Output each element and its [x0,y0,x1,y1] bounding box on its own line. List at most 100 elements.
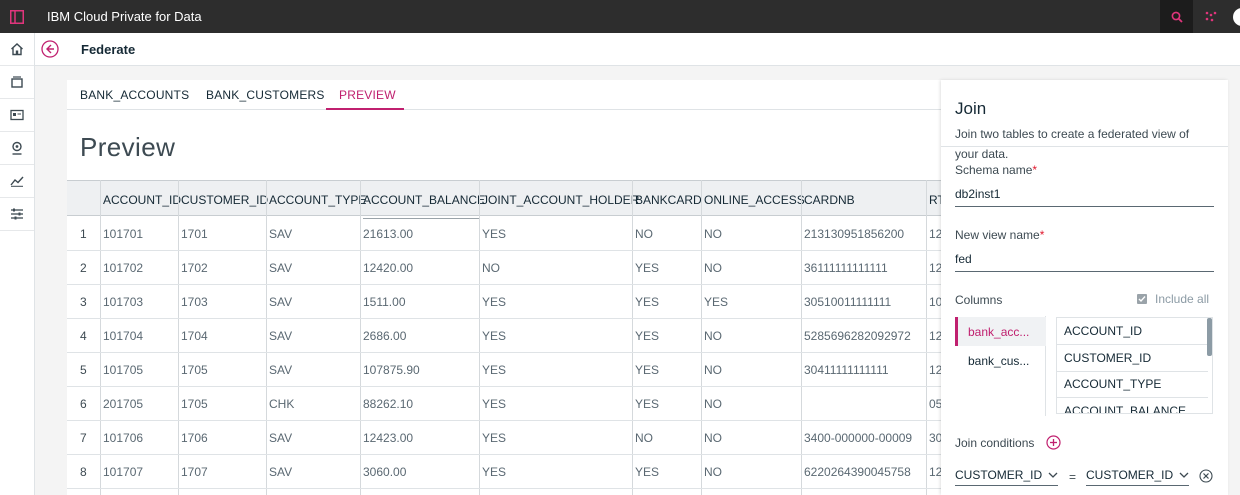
table-cell: YES [635,295,660,309]
left-column-select[interactable]: CUSTOMER_ID [955,468,1059,486]
table-cell: 101706 [103,431,144,445]
schema-name-label: Schema name* [955,163,1038,177]
left-column-value: CUSTOMER_ID [955,468,1043,482]
table-cell: YES [482,295,507,309]
sidebar-toggle-icon [10,9,24,24]
nav-organize[interactable] [0,99,34,132]
table-cell: 30510011111111 [804,295,892,309]
column-header[interactable]: ONLINE_ACCESS [704,193,805,207]
table-cell: 21613.00 [363,227,414,241]
schema-name-input[interactable]: db2inst1 [955,187,1000,201]
tab-preview[interactable]: PREVIEW [339,88,396,102]
table-cell: 88262.10 [363,397,414,411]
row-number: 3 [80,295,87,309]
table-cell: SAV [269,465,293,479]
table-cell: CHK [269,397,295,411]
table-row[interactable]: 3 101703 1703 SAV 1511.00 YES YES YES 30… [67,285,943,319]
column-header[interactable]: JOINT_ACCOUNT_HOLDER [482,193,639,207]
column-header[interactable]: ACCOUNT_ID [103,193,181,207]
table-cell: 101702 [103,261,144,275]
table-cell: SAV [269,227,293,241]
table-cell: YES [635,329,660,343]
table-row[interactable]: 4 101704 1704 SAV 2686.00 YES YES NO 528… [67,319,943,353]
table-cell: NO [704,465,722,479]
column-item[interactable]: ACCOUNT_ID [1057,318,1208,345]
row-number: 1 [80,227,87,241]
checkbox-icon [1137,294,1147,304]
join-panel: Join Join two tables to create a federat… [941,80,1228,495]
table-cell: SAV [269,363,293,377]
column-item[interactable]: ACCOUNT_BALANCE [1057,398,1208,413]
right-column-value: CUSTOMER_ID [1086,468,1174,482]
table-cell: NO [635,431,653,445]
column-header[interactable]: ACCOUNT_TYPE [269,193,366,207]
table-list: bank_acc... bank_cus... [955,316,1046,416]
table-cell: 5285696282092972 [804,329,911,343]
include-all-checkbox[interactable]: Include all [1137,292,1209,306]
table-cell: YES [482,329,507,343]
nav-home[interactable] [0,33,34,66]
table-item-bank-customers[interactable]: bank_cus... [955,346,1046,375]
table-item-bank-accounts[interactable]: bank_acc... [955,317,1046,346]
nav-collect[interactable] [0,66,34,99]
column-list-scrollbar[interactable] [1207,318,1212,356]
back-arrow-icon[interactable] [41,40,59,58]
table-cell: YES [482,431,507,445]
column-list: ACCOUNT_ID CUSTOMER_ID ACCOUNT_TYPE ACCO… [1056,317,1213,414]
view-name-underline [955,271,1214,272]
search-icon [1171,11,1183,23]
table-row[interactable]: 2 101702 1702 SAV 12420.00 NO YES NO 361… [67,251,943,285]
table-cell: 107875.90 [363,363,420,377]
active-tab-indicator [326,108,404,110]
table-cell: YES [704,295,729,309]
table-cell: 1706 [181,431,208,445]
include-all-label: Include all [1155,292,1210,306]
table-row[interactable]: 6 201705 1705 CHK 88262.10 YES YES NO 05 [67,387,943,421]
add-condition-icon[interactable] [1046,435,1061,450]
tab-bar: BANK_ACCOUNTS BANK_CUSTOMERS PREVIEW [67,80,943,110]
view-name-label: New view name* [955,228,1045,242]
right-column-select[interactable]: CUSTOMER_ID [1086,468,1190,486]
table-cell: 1703 [181,295,208,309]
column-header[interactable]: BANKCARD [635,193,702,207]
side-panel-handle[interactable] [1233,8,1240,26]
table-cell: 213130951856200 [804,227,905,241]
page-title: Federate [81,42,136,57]
column-header[interactable]: CARDNB [804,193,855,207]
table-cell: 101705 [103,363,144,377]
preview-card: BANK_ACCOUNTS BANK_CUSTOMERS PREVIEW Pre… [67,80,943,495]
column-header[interactable]: CUSTOMER_ID [181,193,268,207]
column-item[interactable]: CUSTOMER_ID [1057,345,1208,372]
table-row[interactable]: 8 101707 1707 SAV 3060.00 YES YES NO 622… [67,455,943,489]
columns-label: Columns [955,293,1003,307]
join-conditions-label: Join conditions [955,436,1035,450]
remove-condition-icon[interactable] [1199,469,1213,483]
table-cell: NO [704,261,722,275]
table-cell: 1701 [181,227,208,241]
view-name-input[interactable]: fed [955,252,972,266]
table-cell: 2686.00 [363,329,407,343]
row-number: 4 [80,329,87,343]
table-cell: YES [635,363,660,377]
table-row[interactable]: 1 101701 1701 SAV 21613.00 YES NO NO 213… [67,217,943,251]
column-item[interactable]: ACCOUNT_TYPE [1057,371,1208,398]
nav-analyze[interactable] [0,132,34,165]
table-cell: 12420.00 [363,261,414,275]
row-number: 5 [80,363,87,377]
tab-bank-accounts[interactable]: BANK_ACCOUNTS [80,88,189,102]
analyze-icon [12,141,22,155]
table-row[interactable]: 7 101706 1706 SAV 12423.00 YES NO NO 340… [67,421,943,455]
nav-dashboard[interactable] [0,165,34,198]
table-cell: 101704 [103,329,144,343]
table-row[interactable]: 5 101705 1705 SAV 107875.90 YES YES NO 3… [67,353,943,387]
tab-bank-customers[interactable]: BANK_CUSTOMERS [206,88,325,102]
sidebar-toggle-button[interactable] [0,0,34,33]
table-cell: 1511.00 [363,295,406,309]
search-button[interactable] [1160,0,1193,33]
column-header[interactable]: ACCOUNT_BALANCE [363,193,485,207]
table-cell: SAV [269,329,293,343]
table-cell: 12423.00 [363,431,414,445]
apps-button[interactable] [1196,0,1226,33]
nav-admin[interactable] [0,198,34,231]
table-cell: YES [635,397,660,411]
